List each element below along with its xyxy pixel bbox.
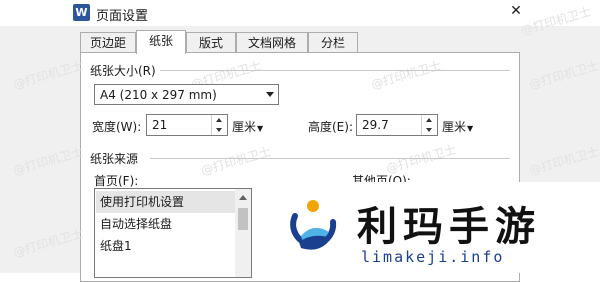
down-arrow-icon bbox=[426, 128, 432, 132]
title-bar: W 页面设置 ✕ bbox=[0, 0, 600, 26]
spin-up-button[interactable] bbox=[212, 115, 227, 125]
dropdown-arrow-icon bbox=[266, 92, 274, 97]
watermark-text: @打印机卫士 bbox=[11, 58, 85, 92]
width-label: 宽度(W): bbox=[92, 120, 142, 134]
spin-down-button[interactable] bbox=[212, 125, 227, 135]
list-item[interactable]: 使用打印机设置 bbox=[96, 191, 238, 213]
brand-logo-icon bbox=[279, 194, 347, 262]
list-item[interactable]: 自动选择纸盘 bbox=[96, 213, 238, 235]
width-unit-label: 厘米 bbox=[232, 120, 257, 134]
page-setup-dialog: W 页面设置 ✕ 页边距 纸张 版式 文档网格 分栏 @打印机卫士 @打印机卫士… bbox=[0, 0, 600, 282]
height-unit-label: 厘米 bbox=[442, 120, 467, 134]
watermark-text: @打印机卫士 bbox=[527, 58, 600, 92]
group-divider bbox=[150, 70, 510, 71]
paper-size-select[interactable]: A4 (210 x 297 mm) bbox=[94, 84, 279, 105]
watermark-text: @打印机卫士 bbox=[527, 144, 600, 178]
watermark-text: @打印机卫士 bbox=[11, 144, 85, 178]
width-spinner[interactable]: 21 bbox=[146, 114, 228, 136]
brand-name: 利玛手游 bbox=[357, 204, 541, 250]
tab-layout[interactable]: 版式 bbox=[186, 32, 236, 53]
tab-paper[interactable]: 纸张 bbox=[136, 30, 186, 54]
height-label: 高度(E): bbox=[308, 120, 353, 134]
spinner-buttons bbox=[421, 115, 437, 135]
width-unit-select[interactable]: 厘米▼ bbox=[232, 118, 263, 135]
first-page-label: 首页(F): bbox=[94, 174, 139, 188]
close-button[interactable]: ✕ bbox=[500, 0, 532, 22]
list-item[interactable]: 纸盘1 bbox=[96, 235, 238, 257]
up-arrow-icon bbox=[216, 118, 222, 122]
brand-overlay: 利玛手游 limakeji.info bbox=[257, 182, 600, 273]
list-scrollbar[interactable] bbox=[235, 189, 251, 277]
spinner-buttons bbox=[211, 115, 227, 135]
caret-down-icon: ▼ bbox=[467, 124, 474, 133]
paper-size-value: A4 (210 x 297 mm) bbox=[100, 88, 217, 102]
width-value: 21 bbox=[152, 118, 168, 132]
spin-down-button[interactable] bbox=[422, 125, 437, 135]
spin-up-button[interactable] bbox=[422, 115, 437, 125]
tab-margins[interactable]: 页边距 bbox=[80, 32, 136, 53]
group-divider bbox=[150, 158, 510, 159]
down-arrow-icon bbox=[216, 128, 222, 132]
up-arrow-icon bbox=[426, 118, 432, 122]
height-value: 29.7 bbox=[362, 118, 389, 132]
watermark-text: @打印机卫士 bbox=[11, 226, 85, 260]
word-app-icon: W bbox=[73, 4, 90, 21]
caret-down-icon: ▼ bbox=[257, 124, 264, 133]
brand-url: limakeji.info bbox=[361, 248, 505, 266]
height-spinner[interactable]: 29.7 bbox=[356, 114, 438, 136]
paper-size-group-label: 纸张大小(R) bbox=[90, 62, 160, 79]
scroll-up-icon[interactable] bbox=[239, 195, 247, 200]
tab-columns[interactable]: 分栏 bbox=[308, 32, 358, 53]
paper-source-group-label: 纸张来源 bbox=[90, 150, 143, 167]
height-unit-select[interactable]: 厘米▼ bbox=[442, 118, 473, 135]
first-page-list[interactable]: 使用打印机设置 自动选择纸盘 纸盘1 bbox=[94, 188, 252, 278]
scroll-thumb[interactable] bbox=[238, 208, 248, 230]
window-title: 页面设置 bbox=[96, 9, 149, 24]
tab-document-grid[interactable]: 文档网格 bbox=[236, 32, 308, 53]
